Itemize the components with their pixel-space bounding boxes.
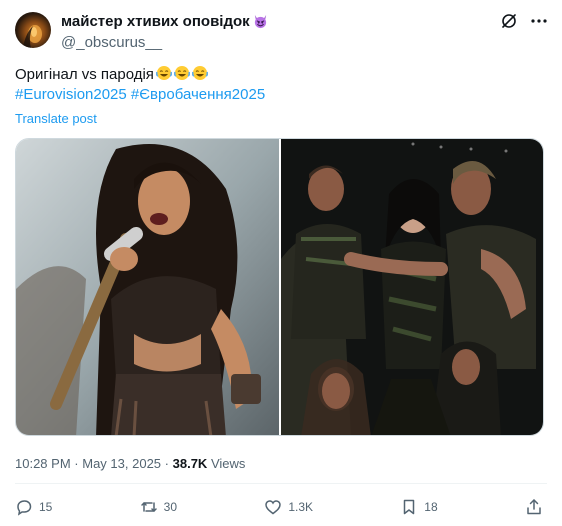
more-options-icon[interactable] [530,12,548,30]
heart-icon [265,500,282,515]
repost-count: 30 [163,500,178,514]
translate-post-link[interactable]: Translate post [15,111,97,126]
like-count: 1.3K [288,500,313,514]
post-text-line-2: #Eurovision2025 #Євробачення2025 [15,85,545,105]
avatar[interactable] [15,12,51,48]
post-date[interactable]: May 13, 2025 [82,456,161,471]
smiling-face-with-horns-icon [254,14,266,29]
share-icon [527,499,541,515]
hashtag-eurovision[interactable]: #Eurovision2025 [15,86,127,103]
bookmark-button[interactable]: 18 [400,498,438,516]
separator: · [74,456,79,471]
share-button[interactable] [525,498,543,516]
author-handle[interactable]: @_obscurus__ [61,33,268,52]
face-with-tears-of-joy-icon [191,66,208,80]
face-with-tears-of-joy-icon [173,66,190,80]
bookmark-icon [404,499,415,515]
tweet: майстер хтивих оповідок @_obscurus__ Ори… [0,0,562,526]
photo-parody-performers[interactable] [281,139,543,435]
reply-button[interactable]: 15 [15,498,52,516]
repost-button[interactable]: 30 [140,498,177,516]
post-timestamp: 10:28 PM · May 13, 2025 · 38.7K Views [15,456,245,471]
post-time[interactable]: 10:28 PM [15,456,71,471]
separator: · [164,456,169,471]
engagement-bar: 15 30 1.3K 18 [15,498,543,516]
post-text-line-1: Оригінал vs пародія [15,65,545,85]
views-label: Views [210,456,246,471]
photo-original-performer[interactable] [16,139,279,435]
media-grid [15,138,544,436]
reply-count: 15 [39,500,53,514]
author-block: майстер хтивих оповідок @_obscurus__ [61,12,268,52]
post-body-text: Оригінал vs пародія [15,66,154,83]
views-count: 38.7K [172,456,208,471]
grok-icon[interactable] [500,12,518,30]
face-with-tears-of-joy-icon [155,66,172,80]
hashtag-yevrobachennia[interactable]: #Євробачення2025 [131,86,265,103]
reply-icon [17,500,32,516]
author-name-row[interactable]: майстер хтивих оповідок [61,12,268,31]
top-actions [500,12,548,30]
post-text: Оригінал vs пародія #Eurovision2025 #Євр… [15,65,545,105]
divider [15,483,547,484]
author-display-name[interactable]: майстер хтивих оповідок [61,12,250,31]
repost-icon [140,502,157,512]
bookmark-count: 18 [424,500,438,514]
avatar-image [23,25,42,48]
like-button[interactable]: 1.3K [264,498,313,516]
